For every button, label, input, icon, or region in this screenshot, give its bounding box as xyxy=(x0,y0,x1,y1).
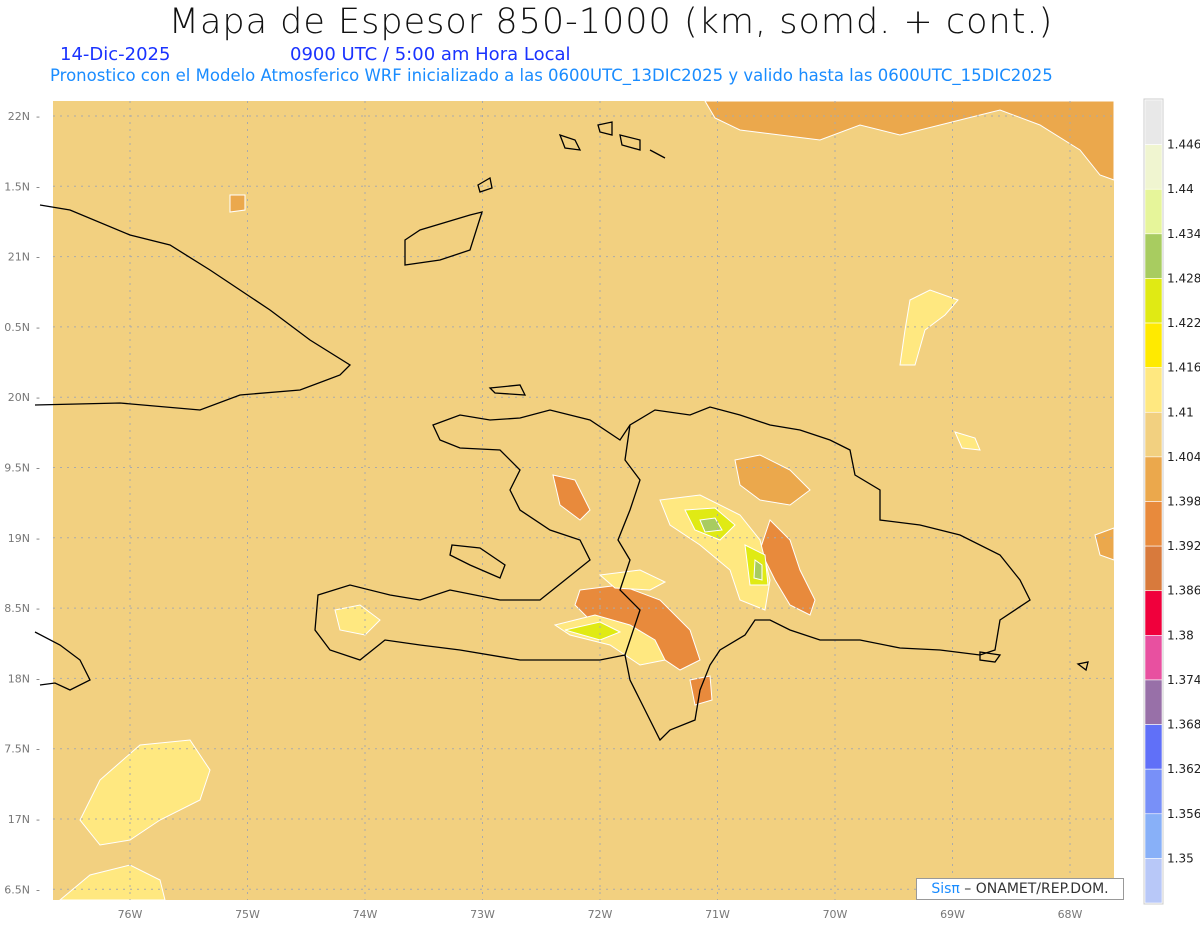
colorbar-swatch xyxy=(1144,813,1163,859)
lat-label: 8.5N xyxy=(4,602,30,615)
colorbar-label: 1.38 xyxy=(1167,628,1194,642)
colorbar-swatch xyxy=(1144,233,1163,279)
colorbar: 1.446 1.44 1.434 1.428 1.422 1.416 1.41 1.404 1.… xyxy=(1143,98,1200,905)
lat-label: 9.5N xyxy=(4,462,30,475)
lat-label: 1.5N xyxy=(4,180,30,193)
lon-label: 74W xyxy=(353,908,378,921)
lon-label: 73W xyxy=(470,908,495,921)
lat-tick: - xyxy=(36,532,40,545)
colorbar-label: 1.392 xyxy=(1167,539,1200,553)
lat-label: 18N xyxy=(8,672,30,685)
lat-label: 20N xyxy=(8,391,30,404)
lat-tick: - xyxy=(36,391,40,404)
lat-tick: - xyxy=(36,180,40,193)
colorbar-label: 1.428 xyxy=(1167,271,1200,285)
colorbar-label: 1.35 xyxy=(1167,851,1194,865)
colorbar-label: 1.446 xyxy=(1167,138,1200,152)
lon-label: 75W xyxy=(235,908,260,921)
lat-tick: - xyxy=(36,672,40,685)
colorbar-label: 1.386 xyxy=(1167,584,1200,598)
colorbar-swatch xyxy=(1144,278,1163,324)
forecast-date: 14-Dic-2025 xyxy=(60,44,171,65)
colorbar-swatch xyxy=(1144,99,1163,145)
lat-tick: - xyxy=(36,251,40,264)
colorbar-swatch xyxy=(1144,635,1163,681)
lat-tick: - xyxy=(36,321,40,334)
thickness-map: 22N -1.5N -21N -0.5N -20N -9.5N -19N -8.5N -18N -… xyxy=(4,98,1200,921)
colorbar-label: 1.416 xyxy=(1167,361,1200,375)
onamet-logo: Sisπ – ONAMET/REP.DOM. xyxy=(916,878,1124,900)
lon-label: 76W xyxy=(118,908,143,921)
lat-label: 21N xyxy=(8,251,30,264)
logo-text: – ONAMET/REP.DOM. xyxy=(959,881,1109,897)
colorbar-label: 1.398 xyxy=(1167,495,1200,509)
colorbar-swatch xyxy=(1144,501,1163,547)
lon-label: 71W xyxy=(705,908,730,921)
colorbar-swatch xyxy=(1144,858,1163,904)
colorbar-swatch xyxy=(1144,188,1163,235)
colorbar-label: 1.434 xyxy=(1167,227,1200,241)
colorbar-label: 1.41 xyxy=(1167,405,1194,419)
colorbar-swatch xyxy=(1144,322,1163,368)
logo-brand: Sisπ xyxy=(931,881,960,897)
colorbar-label: 1.356 xyxy=(1167,807,1200,821)
lon-label: 68W xyxy=(1058,908,1083,921)
forecast-time: 0900 UTC / 5:00 am Hora Local xyxy=(290,44,571,65)
colorbar-swatch xyxy=(1144,768,1163,815)
colorbar-swatch xyxy=(1144,144,1163,190)
lat-label: 17N xyxy=(8,813,30,826)
lon-label: 72W xyxy=(588,908,613,921)
lat-label: 0.5N xyxy=(4,321,30,334)
colorbar-label: 1.404 xyxy=(1167,450,1200,464)
colorbar-swatch xyxy=(1144,724,1163,770)
forecast-description: Pronostico con el Modelo Atmosferico WRF… xyxy=(50,66,1053,85)
colorbar-swatch xyxy=(1144,590,1163,636)
colorbar-swatch xyxy=(1144,545,1163,592)
lat-tick: - xyxy=(36,743,40,756)
lat-tick: - xyxy=(36,813,40,826)
colorbar-swatch xyxy=(1144,456,1163,502)
colorbar-label: 1.44 xyxy=(1167,182,1194,196)
colorbar-swatch xyxy=(1144,679,1163,725)
colorbar-label: 1.368 xyxy=(1167,718,1200,732)
lon-label: 69W xyxy=(940,908,965,921)
colorbar-swatch xyxy=(1144,411,1163,458)
lat-tick: - xyxy=(36,883,40,896)
colorbar-label: 1.362 xyxy=(1167,762,1200,776)
lat-label: 7.5N xyxy=(4,743,30,756)
lat-label: 6.5N xyxy=(4,883,30,896)
lat-label: 22N xyxy=(8,110,30,123)
lat-label: 19N xyxy=(8,532,30,545)
lat-tick: - xyxy=(36,110,40,123)
colorbar-label: 1.422 xyxy=(1167,316,1200,330)
lat-tick: - xyxy=(36,602,40,615)
colorbar-swatch xyxy=(1144,367,1163,413)
lat-tick: - xyxy=(36,462,40,475)
lon-label: 70W xyxy=(823,908,848,921)
map-title: Mapa de Espesor 850-1000 (km, somd. + co… xyxy=(168,2,1054,42)
colorbar-label: 1.374 xyxy=(1167,673,1200,687)
